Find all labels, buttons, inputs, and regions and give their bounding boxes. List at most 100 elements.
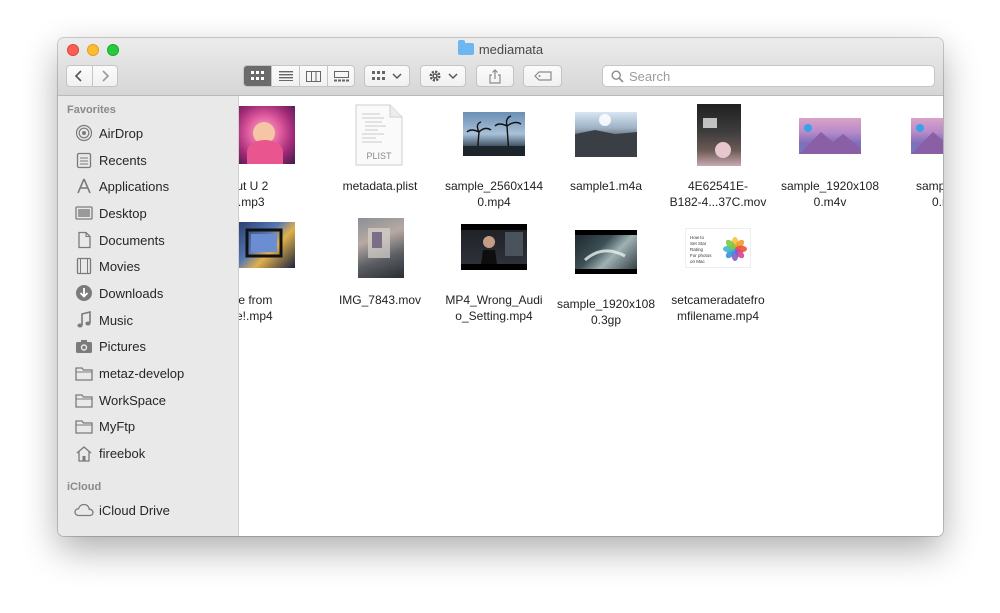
- thumbnail-text-line: Set Star Rating: [690, 241, 707, 252]
- sidebar-item-fireebok[interactable]: fireebok: [74, 442, 234, 464]
- sidebar-item-label: Documents: [99, 232, 165, 248]
- sidebar-item-workspace[interactable]: WorkSpace: [74, 389, 234, 411]
- file-name: sample_1920x108 0.3gp: [556, 297, 656, 327]
- sidebar-item-myftp[interactable]: MyFtp: [74, 415, 234, 437]
- file-grid: l About U 2copy.mp3 PLIST metadata.plist: [239, 96, 943, 536]
- folder-icon: [74, 417, 94, 435]
- sidebar-item-label: AirDrop: [99, 125, 144, 141]
- video-thumbnail: [697, 104, 741, 166]
- file-name: sample_1920x108 0.m4v: [780, 179, 880, 209]
- folder-icon: [74, 391, 94, 409]
- file-name: IMG_7843.mov: [338, 293, 422, 307]
- sidebar-item-metaz-develop[interactable]: metaz-develop: [74, 362, 234, 384]
- action-button[interactable]: [420, 65, 466, 87]
- window-title: mediamata: [58, 40, 943, 57]
- plist-badge: PLIST: [366, 151, 392, 161]
- video-thumbnail: [358, 218, 404, 278]
- video-thumbnail: [463, 112, 525, 156]
- chevron-down-icon: [448, 73, 458, 80]
- sidebar-item-recents[interactable]: Recents: [74, 149, 234, 171]
- sidebar-item-icloud-drive[interactable]: iCloud Drive: [74, 499, 234, 521]
- column-view-button[interactable]: [300, 66, 328, 86]
- nav-buttons: [66, 65, 118, 87]
- search-field[interactable]: [602, 65, 935, 87]
- chevron-right-icon: [102, 70, 109, 82]
- toolbar: mediamata: [58, 38, 943, 96]
- sidebar-item-label: fireebok: [99, 445, 146, 461]
- movies-icon: [74, 257, 94, 275]
- sidebar-item-label: Downloads: [99, 285, 164, 301]
- album-art-thumbnail: [239, 106, 295, 164]
- sidebar-item-applications[interactable]: Applications: [74, 175, 234, 197]
- recents-icon: [74, 151, 94, 169]
- sidebar-item-downloads[interactable]: Downloads: [74, 282, 234, 304]
- sidebar-item-label: iCloud Drive: [99, 502, 170, 518]
- column-view-icon: [306, 70, 321, 82]
- downloads-icon: [74, 284, 94, 302]
- video-thumbnail: [461, 224, 527, 270]
- video-thumbnail: [575, 230, 637, 274]
- documents-icon: [74, 231, 94, 249]
- sidebar-item-label: Pictures: [99, 338, 146, 354]
- sidebar: Favorites AirDrop Recents Applications D…: [58, 96, 239, 536]
- plist-document-icon: PLIST: [354, 104, 404, 166]
- back-button[interactable]: [67, 66, 93, 86]
- music-icon: [74, 311, 94, 329]
- gallery-view-button[interactable]: [328, 66, 354, 86]
- file-name: setcameradatefro mfilename.mp4: [671, 293, 765, 323]
- sidebar-item-documents[interactable]: Documents: [74, 229, 234, 251]
- search-input[interactable]: [629, 68, 919, 84]
- sidebar-item-music[interactable]: Music: [74, 309, 234, 331]
- photos-app-icon: [723, 237, 747, 261]
- thumbnail-text-line: on Mac: [690, 259, 705, 264]
- pictures-icon: [74, 337, 94, 355]
- list-view-button[interactable]: [272, 66, 300, 86]
- tag-button[interactable]: [523, 65, 562, 87]
- video-thumbnail: How to Set Star Rating For photos on Mac: [685, 228, 751, 268]
- video-thumbnail: [911, 118, 943, 154]
- file-name: er Mice from- 0...de!.mp4: [239, 293, 273, 323]
- sidebar-item-movies[interactable]: Movies: [74, 255, 234, 277]
- chevron-down-icon: [392, 73, 402, 80]
- sidebar-item-label: Recents: [99, 152, 147, 168]
- share-icon: [489, 68, 501, 84]
- file-name: sample1.m4a: [569, 179, 643, 193]
- folder-icon: [457, 40, 474, 55]
- sidebar-item-label: Desktop: [99, 205, 147, 221]
- forward-button[interactable]: [93, 66, 118, 86]
- file-name: metadata.plist: [342, 179, 418, 193]
- sidebar-item-desktop[interactable]: Desktop: [74, 202, 234, 224]
- file-name: l About U 2copy.mp3: [239, 179, 269, 209]
- group-by-icon: [372, 71, 385, 80]
- video-thumbnail: [239, 222, 295, 268]
- home-icon: [74, 444, 94, 462]
- file-name: sample_2560x144 0.mp4: [444, 179, 544, 209]
- icon-view-icon: [250, 71, 264, 80]
- file-name: MP4_Wrong_Audi o_Setting.mp4: [445, 293, 543, 323]
- tag-icon: [533, 71, 552, 81]
- chevron-left-icon: [75, 70, 82, 82]
- sidebar-item-label: metaz-develop: [99, 365, 185, 381]
- file-name: sample_10.m: [915, 179, 943, 209]
- icloud-icon: [74, 501, 94, 519]
- share-button[interactable]: [476, 65, 514, 87]
- airdrop-icon: [74, 124, 94, 142]
- sidebar-item-label: Applications: [99, 178, 170, 194]
- applications-icon: [74, 177, 94, 195]
- gallery-view-icon: [333, 70, 349, 81]
- sidebar-item-label: Movies: [99, 258, 141, 274]
- file-name: 4E62541E- B182-4...37C.mov: [669, 179, 767, 209]
- sidebar-item-label: MyFtp: [99, 418, 136, 434]
- search-icon: [611, 69, 624, 83]
- sidebar-item-airdrop[interactable]: AirDrop: [74, 122, 234, 144]
- window-title-text: mediamata: [478, 42, 544, 57]
- group-by-button[interactable]: [364, 65, 410, 87]
- finder-window: mediamata Search Favorites AirDrop Recen…: [58, 38, 943, 536]
- desktop-icon: [74, 204, 94, 222]
- icon-view-button[interactable]: [244, 66, 272, 86]
- sidebar-item-pictures[interactable]: Pictures: [74, 335, 234, 357]
- video-thumbnail: [799, 118, 861, 154]
- audio-thumbnail: [575, 112, 637, 157]
- list-view-icon: [278, 71, 293, 81]
- sidebar-item-label: Music: [99, 312, 133, 328]
